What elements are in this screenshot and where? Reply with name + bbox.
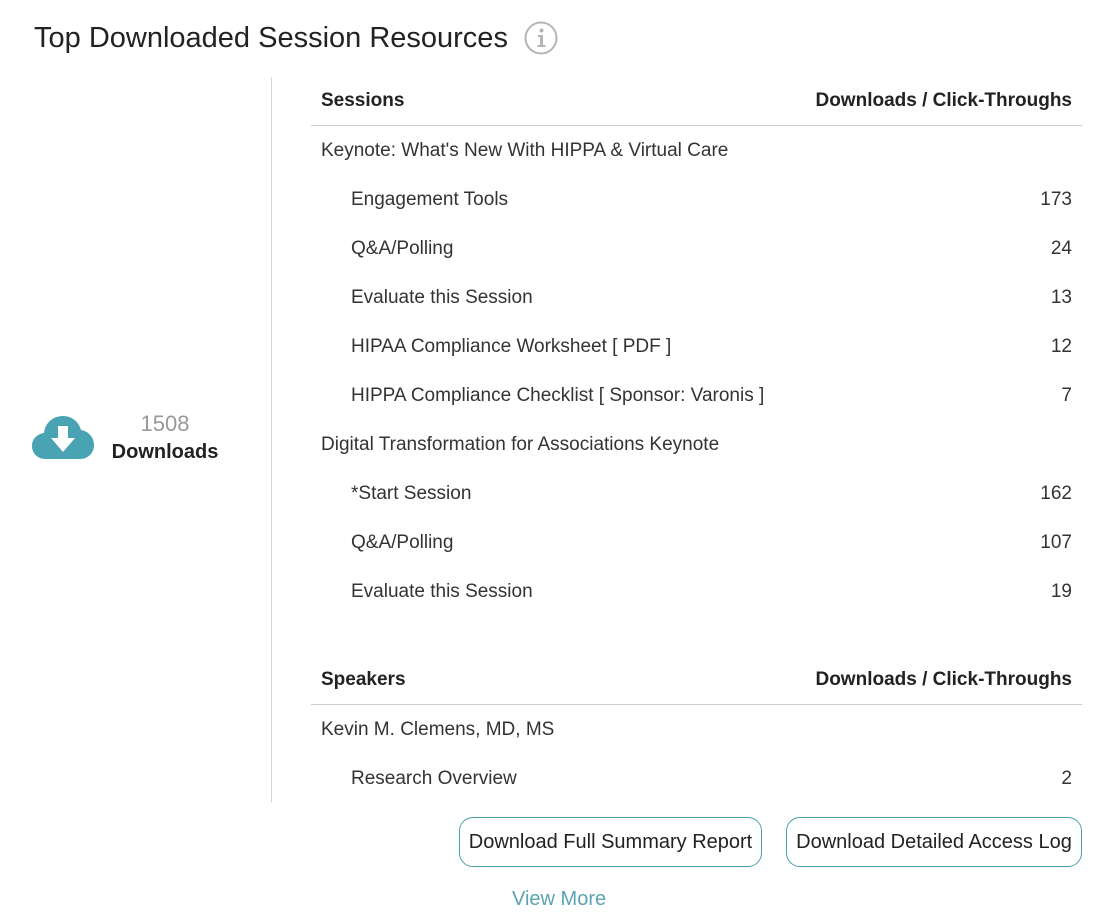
info-circle-icon[interactable] (524, 21, 558, 55)
resource-label: Q&A/Polling (351, 237, 454, 259)
speaker-name: Kevin M. Clemens, MD, MS (321, 718, 555, 740)
table-row: Q&A/Polling 107 (311, 518, 1082, 567)
resource-count: 19 (1050, 580, 1072, 602)
resource-count: 24 (1050, 237, 1072, 259)
resource-count: 7 (1061, 384, 1072, 406)
session-name: Keynote: What's New With HIPPA & Virtual… (321, 139, 729, 161)
table-row: Evaluate this Session 13 (311, 273, 1082, 322)
resource-count: 12 (1050, 335, 1072, 357)
resource-label: Evaluate this Session (351, 286, 533, 308)
table-row: HIPPA Compliance Checklist [ Sponsor: Va… (311, 371, 1082, 420)
resource-label: Engagement Tools (351, 188, 509, 210)
resource-label: HIPAA Compliance Worksheet [ PDF ] (351, 335, 672, 357)
resource-label: HIPPA Compliance Checklist [ Sponsor: Va… (351, 384, 765, 406)
resource-count: 2 (1061, 767, 1072, 789)
vertical-divider (271, 77, 272, 802)
table-row: Engagement Tools 173 (311, 175, 1082, 224)
sessions-table-header: Sessions Downloads / Click-Throughs (311, 77, 1082, 126)
table-row: HIPAA Compliance Worksheet [ PDF ] 12 (311, 322, 1082, 371)
table-row: Evaluate this Session 19 (311, 567, 1082, 616)
downloads-label: Downloads (111, 441, 219, 463)
session-name: Digital Transformation for Associations … (321, 433, 720, 455)
resource-count: 162 (1040, 482, 1072, 504)
speaker-group-row: Kevin M. Clemens, MD, MS (311, 705, 1082, 754)
downloads-column-header: Downloads / Click-Throughs (815, 669, 1072, 690)
download-summary-report-button[interactable]: Download Full Summary Report (459, 817, 762, 867)
download-access-log-button[interactable]: Download Detailed Access Log (786, 817, 1082, 867)
page-header: Top Downloaded Session Resources (34, 18, 558, 58)
speakers-column-header: Speakers (321, 669, 406, 690)
table-row: Q&A/Polling 24 (311, 224, 1082, 273)
table-row: Research Overview 2 (311, 754, 1082, 803)
downloads-column-header: Downloads / Click-Throughs (815, 90, 1072, 111)
resource-label: Q&A/Polling (351, 531, 454, 553)
speakers-table-header: Speakers Downloads / Click-Throughs (311, 656, 1082, 705)
sessions-column-header: Sessions (321, 90, 405, 111)
session-group-row: Keynote: What's New With HIPPA & Virtual… (311, 126, 1082, 175)
resource-count: 173 (1040, 188, 1072, 210)
resource-count: 13 (1050, 286, 1072, 308)
resource-count: 107 (1040, 531, 1072, 553)
resource-label: *Start Session (351, 482, 472, 504)
view-more-link[interactable]: View More (512, 888, 606, 911)
report-actions: Download Full Summary Report Download De… (459, 817, 1082, 867)
cloud-download-icon (32, 416, 94, 459)
resource-label: Evaluate this Session (351, 580, 533, 602)
resource-label: Research Overview (351, 767, 517, 789)
resources-panel: Sessions Downloads / Click-Throughs Keyn… (311, 77, 1082, 803)
table-row: *Start Session 162 (311, 469, 1082, 518)
downloads-count: 1508 (140, 411, 190, 436)
session-group-row: Digital Transformation for Associations … (311, 420, 1082, 469)
downloads-summary: 1508 Downloads (32, 410, 220, 466)
page-title: Top Downloaded Session Resources (34, 22, 508, 54)
